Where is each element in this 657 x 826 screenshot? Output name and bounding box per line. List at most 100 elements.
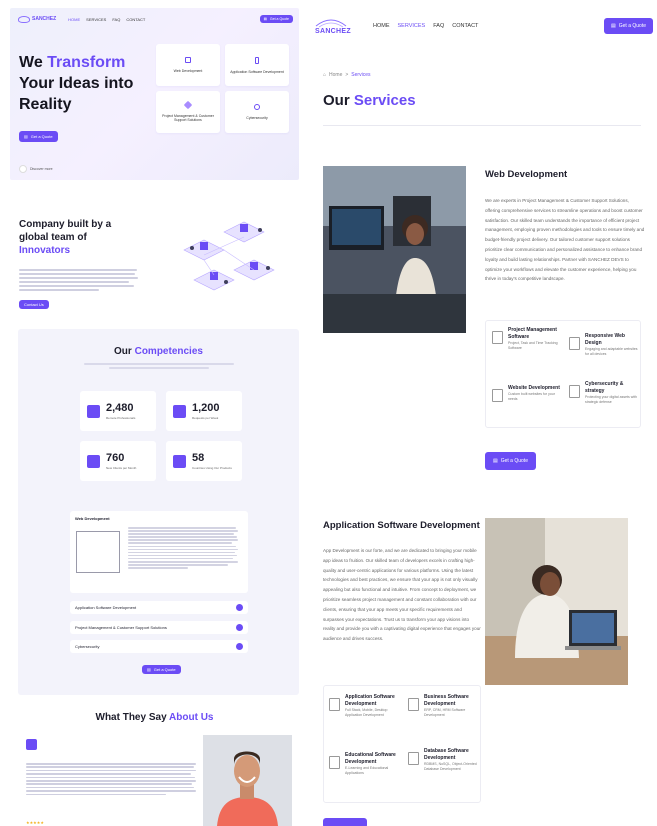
feature-title: Application Software Development [345, 694, 395, 707]
hero-section: SANCHEZ HOME SERVICES FAQ CONTACT ▤ Get a… [10, 8, 299, 180]
stat-number: 58 [192, 452, 205, 464]
service-card-label: Cybersecurity [246, 116, 268, 120]
chevron-icon [236, 624, 243, 631]
building-icon [76, 531, 120, 573]
nav-services[interactable]: SERVICES [398, 23, 426, 29]
breadcrumb-home[interactable]: Home [329, 72, 342, 78]
feature-item[interactable]: Educational Software Development E-Learni… [329, 752, 399, 776]
testimonial-text-lines [26, 763, 196, 797]
quote-icon [26, 739, 37, 750]
app-features-box: Application Software Development Full Sta… [323, 685, 481, 803]
hero-quote-button[interactable]: ▤ Get a Quote [19, 131, 58, 142]
service-card[interactable]: Application Software Development [225, 44, 289, 86]
accordion-item[interactable]: Cybersecurity [70, 640, 248, 653]
competencies-title-pre: Our [114, 346, 135, 357]
app-development-title: Application Software Development [323, 520, 480, 531]
briefcase-icon [408, 698, 419, 711]
devices-icon [569, 337, 580, 350]
accordion-item[interactable]: Application Software Development [70, 601, 248, 614]
nav-contact[interactable]: CONTACT [126, 17, 145, 22]
contact-us-label: Contact Us [24, 302, 44, 307]
stat-label: Remote Professionals [106, 416, 136, 420]
breadcrumb-separator: > [345, 72, 349, 78]
nav-faq[interactable]: FAQ [112, 17, 120, 22]
divider [323, 125, 641, 126]
doc-icon: ▤ [493, 458, 498, 464]
feature-item[interactable]: Responsive Web Design Engaging and adapta… [569, 333, 639, 357]
competencies-subtitle-lines [83, 363, 234, 369]
doc-icon: ▤ [147, 667, 151, 672]
web-development-body: We are experts in Project Management & C… [485, 196, 645, 284]
feature-item[interactable]: Application Software Development Full Sta… [329, 694, 399, 718]
feature-item[interactable]: Cybersecurity & strategy Protecting your … [569, 381, 639, 405]
feature-item[interactable]: Project Management Software Project, Task… [492, 327, 562, 351]
accordion-item[interactable]: Project Management & Customer Support So… [70, 621, 248, 634]
stat-card: 760 New Clients per Month [80, 441, 156, 481]
service-card-label: Project Management & Customer Support So… [162, 114, 214, 122]
services-page: SANCHEZ HOME SERVICES FAQ CONTACT ▤ Get a… [310, 0, 657, 826]
hero-title: We Transform Your Ideas into Reality [19, 52, 159, 115]
feature-title: Responsive Web Design [585, 333, 625, 346]
stat-number: 760 [106, 452, 125, 464]
left-navbar: SANCHEZ HOME SERVICES FAQ CONTACT ▤ Get a… [18, 13, 293, 25]
service-card-label: Application Software Development [230, 69, 284, 74]
hero-scroll[interactable]: Discover more [19, 165, 53, 173]
web-development-photo [323, 166, 466, 333]
about-text-lines [19, 269, 139, 291]
app-icon [329, 698, 340, 711]
feature-desc: Project, Task and Time Tracking Software [508, 341, 558, 350]
competencies-quote-button[interactable]: ▤ Get a Quote [142, 665, 181, 674]
document-icon [492, 331, 503, 344]
feature-desc: RDBMS, NoSQL, Object-Oriented Database D… [424, 762, 477, 771]
about-title: Company built by a global team of Innova… [19, 218, 139, 257]
nav-quote-label: Get a Quote [269, 17, 289, 21]
nav-services[interactable]: SERVICES [86, 17, 106, 22]
logo-text: SANCHEZ [315, 27, 351, 35]
nav-home[interactable]: HOME [68, 17, 80, 22]
isometric-illustration [183, 221, 275, 291]
feature-desc: Engaging and adaptable websites for all … [585, 347, 638, 356]
chat-icon [173, 404, 186, 418]
feature-title: Database Software Development [424, 748, 469, 761]
feature-item[interactable]: Database Software Development RDBMS, NoSQ… [408, 748, 478, 772]
accordion-item-open[interactable]: Web Development [70, 511, 248, 593]
hero-quote-label: Get a Quote [30, 134, 53, 139]
doc-icon: ▤ [24, 134, 28, 139]
contact-us-button[interactable]: Contact Us [19, 300, 49, 309]
nav-faq[interactable]: FAQ [433, 23, 444, 29]
users-icon [87, 454, 100, 468]
nav-home[interactable]: HOME [373, 23, 390, 29]
page-title-pre: Our [323, 92, 354, 109]
competencies-section: Our Competencies 2,480 Remote Professiona… [18, 329, 299, 695]
nav-quote-button[interactable]: ▤ Get a Quote [259, 15, 293, 23]
feature-item[interactable]: Website Development Custom built websites… [492, 385, 562, 402]
hero-service-cards: Web Development Application Software Dev… [156, 44, 291, 133]
home-icon: ⌂ [323, 72, 327, 78]
monitor-icon [185, 57, 191, 63]
service-card[interactable]: Web Development [156, 44, 220, 86]
service-card[interactable]: Cybersecurity [225, 91, 289, 133]
right-nav-links: HOME SERVICES FAQ CONTACT [373, 23, 478, 29]
logo-mark-icon [315, 19, 347, 27]
testimonials-title: What They Say About Us [10, 712, 299, 723]
chevron-icon [236, 643, 243, 650]
hero-title-pre: We [19, 54, 48, 71]
logo[interactable]: SANCHEZ [315, 18, 355, 35]
feature-desc: Full Stack, Mobile, Desktop Application … [345, 708, 388, 717]
logo[interactable]: SANCHEZ [18, 15, 56, 23]
web-quote-button[interactable]: ▤ Get a Quote [485, 452, 536, 470]
accordion-title: Web Development [75, 516, 110, 521]
service-card-label: Web Development [173, 69, 203, 73]
app-quote-button-partial[interactable] [323, 818, 367, 826]
nav-contact[interactable]: CONTACT [452, 23, 478, 29]
stats-grid: 2,480 Remote Professionals 1,200 Requests … [80, 391, 242, 481]
mobile-icon [255, 56, 259, 64]
about-title-pre: Company built by a global team of [19, 219, 112, 243]
chevron-icon [236, 604, 243, 611]
web-quote-label: Get a Quote [500, 458, 528, 464]
web-development-title: Web Development [485, 169, 568, 180]
service-card[interactable]: Project Management & Customer Support So… [156, 91, 220, 133]
nav-quote-button[interactable]: ▤ Get a Quote [604, 18, 653, 34]
feature-item[interactable]: Business Software Development ERP, CRM, H… [408, 694, 478, 718]
stat-card: 1,200 Requests per Week [166, 391, 242, 431]
